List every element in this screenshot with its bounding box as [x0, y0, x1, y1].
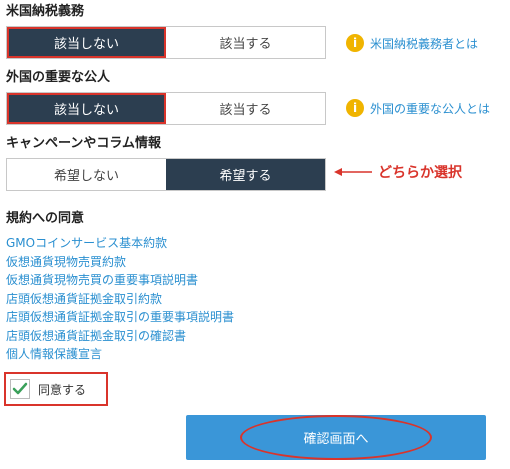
campaign-toggle: 希望しない 希望する: [6, 158, 326, 191]
terms-link-spot[interactable]: 仮想通貨現物売買約款: [6, 253, 234, 272]
campaign-option-no[interactable]: 希望しない: [7, 159, 166, 190]
us-tax-option-applicable[interactable]: 該当する: [166, 27, 325, 58]
campaign-title: キャンペーンやコラム情報: [6, 136, 161, 151]
info-icon: i: [346, 34, 364, 52]
terms-link-basic[interactable]: GMOコインサービス基本約款: [6, 234, 234, 253]
terms-link-margin-confirmation[interactable]: 店頭仮想通貨証拠金取引の確認書: [6, 327, 234, 346]
terms-link-list: GMOコインサービス基本約款 仮想通貨現物売買約款 仮想通貨現物売買の重要事項説…: [6, 234, 234, 364]
choose-one-text: どちらか選択: [378, 165, 462, 181]
terms-title: 規約への同意: [6, 211, 85, 226]
foreign-pep-option-not-applicable[interactable]: 該当しない: [7, 93, 166, 124]
foreign-pep-info-text[interactable]: 外国の重要な公人とは: [370, 100, 490, 117]
choose-one-annotation: どちらか選択: [334, 162, 462, 182]
checkmark-icon: [12, 382, 28, 395]
foreign-pep-title: 外国の重要な公人: [6, 70, 111, 85]
us-tax-info-text[interactable]: 米国納税義務者とは: [370, 35, 478, 52]
foreign-pep-option-applicable[interactable]: 該当する: [166, 93, 325, 124]
terms-link-margin-important[interactable]: 店頭仮想通貨証拠金取引の重要事項説明書: [6, 308, 234, 327]
us-tax-title: 米国納税義務: [6, 4, 85, 19]
foreign-pep-info-link[interactable]: i 外国の重要な公人とは: [346, 99, 490, 117]
confirm-button-label: 確認画面へ: [303, 432, 369, 447]
us-tax-toggle: 該当しない 該当する: [6, 26, 326, 59]
us-tax-option-not-applicable[interactable]: 該当しない: [7, 27, 166, 58]
terms-link-spot-important[interactable]: 仮想通貨現物売買の重要事項説明書: [6, 271, 234, 290]
foreign-pep-toggle: 該当しない 該当する: [6, 92, 326, 125]
agree-checkbox[interactable]: [10, 379, 30, 399]
agree-checkbox-row[interactable]: 同意する: [4, 372, 108, 406]
terms-link-privacy[interactable]: 個人情報保護宣言: [6, 345, 234, 364]
confirm-button[interactable]: 確認画面へ: [186, 415, 486, 460]
us-tax-info-link[interactable]: i 米国納税義務者とは: [346, 34, 478, 52]
terms-link-margin[interactable]: 店頭仮想通貨証拠金取引約款: [6, 290, 234, 309]
arrow-left-icon: [334, 168, 372, 176]
campaign-option-yes[interactable]: 希望する: [166, 159, 325, 190]
info-icon: i: [346, 99, 364, 117]
agree-label: 同意する: [38, 382, 87, 397]
